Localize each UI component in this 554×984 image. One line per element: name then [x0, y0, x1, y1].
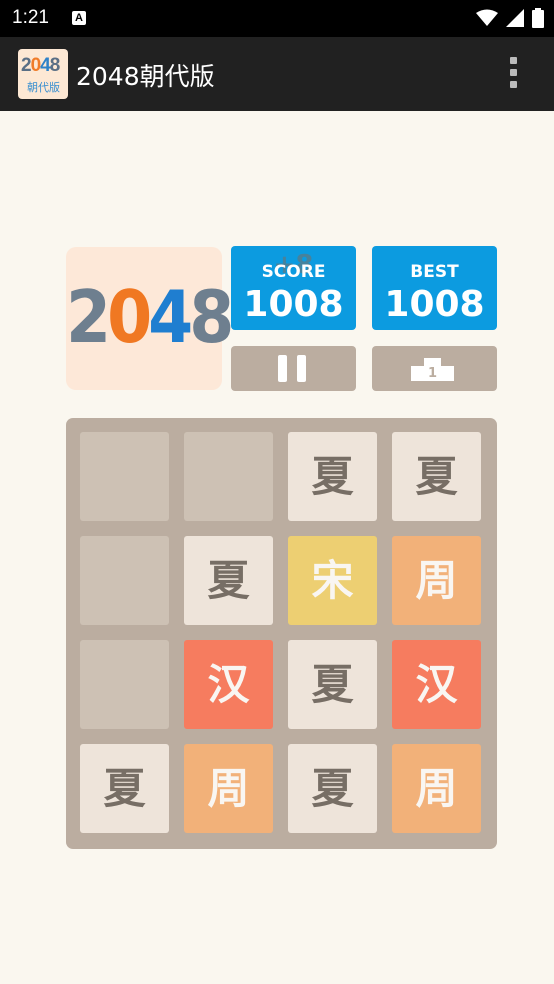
tile: 夏 — [80, 744, 169, 833]
overflow-menu-icon[interactable] — [510, 57, 518, 91]
tile: 夏 — [288, 432, 377, 521]
best-label: BEST — [410, 262, 459, 282]
app-icon-digit: 2 — [21, 55, 32, 76]
podium-rank: 1 — [428, 366, 437, 381]
score-box: +8 SCORE 1008 — [231, 246, 356, 330]
tile: 宋 — [288, 536, 377, 625]
tile: 周 — [392, 744, 481, 833]
podium-icon: 1 — [411, 358, 454, 381]
empty-cell — [80, 432, 169, 521]
tile: 周 — [392, 536, 481, 625]
app-bar: 2048 朝代版 2048朝代版 — [0, 37, 554, 111]
game-board[interactable]: 夏夏夏宋周汉夏汉夏周夏周 — [66, 418, 497, 849]
pause-button[interactable] — [231, 346, 356, 391]
signal-icon — [506, 9, 524, 27]
tile: 夏 — [288, 640, 377, 729]
logo-digit: 0 — [107, 275, 152, 359]
battery-icon — [532, 8, 544, 28]
notification-badge: A — [72, 11, 86, 25]
empty-cell — [80, 536, 169, 625]
game-logo: 2048 — [66, 247, 234, 390]
logo-digit: 4 — [148, 275, 193, 359]
app-icon-digit: 4 — [40, 55, 51, 76]
app-title: 2048朝代版 — [76, 62, 215, 91]
wifi-icon — [476, 9, 498, 26]
tile: 夏 — [184, 536, 273, 625]
status-icons — [476, 8, 544, 28]
app-logo-icon: 2048 朝代版 — [18, 49, 68, 99]
logo-text: 2048 — [66, 275, 234, 359]
tile: 周 — [184, 744, 273, 833]
app-icon-number: 2048 — [21, 55, 61, 77]
tile: 夏 — [288, 744, 377, 833]
logo-digit: 2 — [66, 275, 111, 359]
score-value: 1008 — [243, 284, 344, 325]
logo-digit: 8 — [189, 275, 234, 359]
leaderboard-button[interactable]: 1 — [372, 346, 497, 391]
best-value: 1008 — [384, 284, 485, 325]
score-label: SCORE — [261, 262, 326, 282]
status-bar: 1:21 A — [0, 0, 554, 37]
tile: 汉 — [184, 640, 273, 729]
best-box: BEST 1008 — [372, 246, 497, 330]
empty-cell — [184, 432, 273, 521]
status-time: 1:21 — [12, 7, 49, 28]
app-icon-digit: 8 — [49, 55, 61, 76]
empty-cell — [80, 640, 169, 729]
pause-icon — [278, 355, 306, 382]
app-icon-subtitle: 朝代版 — [27, 81, 60, 94]
app-icon-digit: 0 — [30, 55, 42, 76]
tile: 夏 — [392, 432, 481, 521]
tile: 汉 — [392, 640, 481, 729]
